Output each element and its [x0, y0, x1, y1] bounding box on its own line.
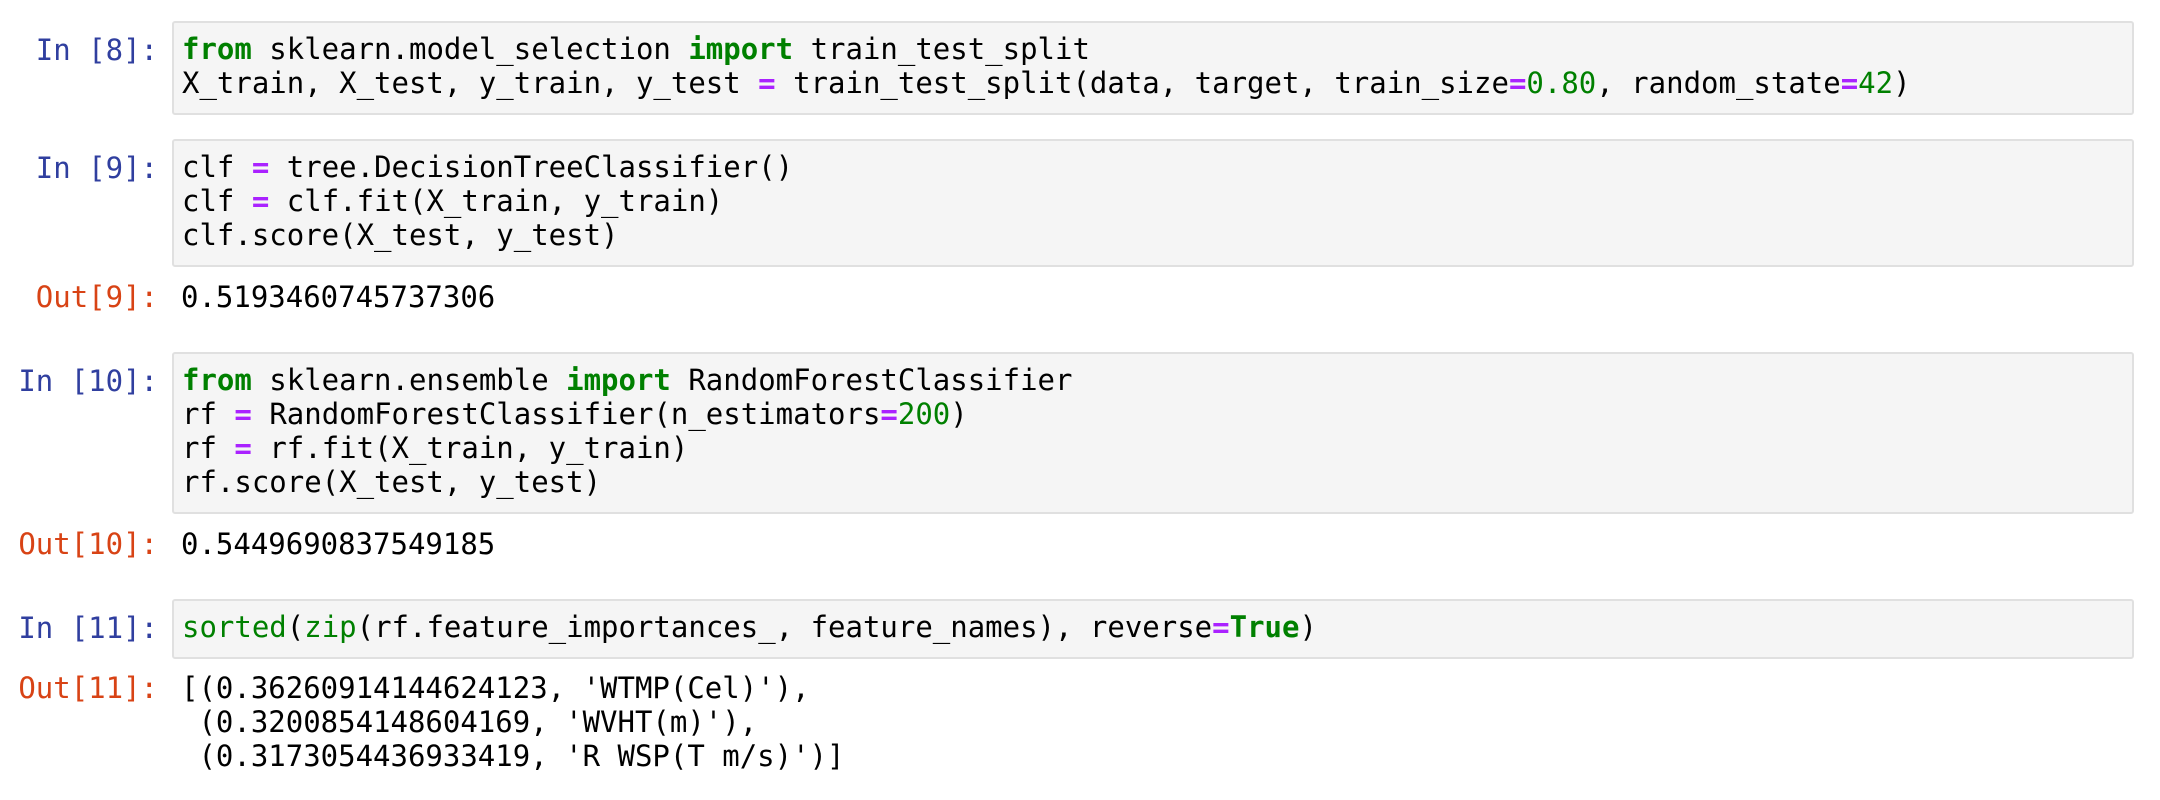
code-token: =: [1508, 66, 1527, 100]
code-token: sklearn.ensemble: [251, 363, 567, 397]
output-line: 0.5193460745737306: [181, 280, 496, 314]
code-token: True: [1229, 610, 1300, 644]
code-line[interactable]: clf = tree.DecisionTreeClassifier(): [182, 150, 2132, 184]
code-token: rf: [182, 397, 235, 431]
code-token: 42: [1858, 66, 1894, 100]
code-token: train_test_split: [793, 32, 1090, 66]
code-token: (rf.feature_importances_, feature_names)…: [356, 610, 1213, 644]
code-line[interactable]: sorted(zip(rf.feature_importances_, feat…: [182, 610, 2132, 644]
code-input-11[interactable]: sorted(zip(rf.feature_importances_, feat…: [172, 599, 2134, 659]
code-token: ): [1299, 610, 1317, 644]
code-token: RandomForestClassifier(n_estimators: [251, 397, 881, 431]
code-token: import: [566, 363, 671, 397]
code-token: =: [880, 397, 898, 431]
code-token: ): [1893, 66, 1911, 100]
code-line[interactable]: clf = clf.fit(X_train, y_train): [182, 184, 2132, 218]
in-prompt-8: In [8]:: [35, 33, 158, 67]
output-line: 0.5449690837549185: [181, 527, 496, 561]
code-line[interactable]: from sklearn.ensemble import RandomFores…: [182, 363, 2132, 397]
code-token: zip: [304, 610, 357, 644]
code-token: =: [758, 66, 776, 100]
code-token: 200: [897, 397, 951, 431]
code-token: RandomForestClassifier: [670, 363, 1073, 397]
code-token: from: [182, 32, 252, 66]
code-token: , random_state: [1596, 66, 1841, 100]
code-token: =: [251, 150, 270, 184]
code-token: rf.fit(X_train, y_train): [251, 431, 689, 465]
cell-output-10: 0.5449690837549185: [181, 527, 495, 561]
code-line[interactable]: X_train, X_test, y_train, y_test = train…: [182, 66, 2132, 100]
code-token: from: [182, 363, 252, 397]
out-prompt-10: Out[10]:: [18, 527, 158, 561]
code-token: sorted: [182, 610, 287, 644]
code-token: rf.score(X_test, y_test): [182, 465, 602, 499]
code-input-10[interactable]: from sklearn.ensemble import RandomFores…: [172, 352, 2134, 514]
code-line[interactable]: from sklearn.model_selection import trai…: [182, 32, 2132, 66]
cell-output-11: [(0.36260914144624123, 'WTMP(Cel)'), (0.…: [181, 671, 844, 773]
output-line: (0.3200854148604169, 'WVHT(m)'),: [181, 705, 758, 739]
code-line[interactable]: rf = rf.fit(X_train, y_train): [182, 431, 2132, 465]
in-prompt-9: In [9]:: [35, 151, 158, 185]
code-token: (: [286, 610, 305, 644]
code-token: X_train, X_test, y_train, y_test: [182, 66, 759, 100]
cell-output-9: 0.5193460745737306: [181, 280, 495, 314]
output-line: [(0.36260914144624123, 'WTMP(Cel)'),: [181, 671, 810, 705]
code-token: sklearn.model_selection: [251, 32, 689, 66]
code-token: 0.80: [1526, 66, 1597, 100]
output-line: (0.3173054436933419, 'R WSP(T m/s)')]: [181, 739, 845, 773]
code-token: =: [1212, 610, 1230, 644]
code-token: =: [234, 431, 252, 465]
code-token: clf.fit(X_train, y_train): [269, 184, 724, 218]
code-line[interactable]: rf = RandomForestClassifier(n_estimators…: [182, 397, 2132, 431]
notebook: In [8]: from sklearn.model_selection imp…: [0, 0, 2160, 800]
in-prompt-10: In [10]:: [18, 364, 158, 398]
in-prompt-11: In [11]:: [18, 611, 158, 645]
code-token: clf.score(X_test, y_test): [182, 218, 619, 252]
code-token: clf: [182, 184, 252, 218]
code-token: =: [1840, 66, 1859, 100]
code-token: =: [234, 397, 252, 431]
code-token: rf: [182, 431, 235, 465]
code-token: tree.DecisionTreeClassifier(): [269, 150, 794, 184]
out-prompt-9: Out[9]:: [35, 280, 158, 314]
out-prompt-11: Out[11]:: [18, 671, 158, 705]
code-input-8[interactable]: from sklearn.model_selection import trai…: [172, 21, 2134, 115]
code-token: clf: [182, 150, 252, 184]
code-line[interactable]: rf.score(X_test, y_test): [182, 465, 2132, 499]
code-line[interactable]: clf.score(X_test, y_test): [182, 218, 2132, 252]
code-token: =: [251, 184, 270, 218]
code-token: import: [688, 32, 794, 66]
code-token: train_test_split(data, target, train_siz…: [775, 66, 1509, 100]
code-input-9[interactable]: clf = tree.DecisionTreeClassifier() clf =…: [172, 139, 2134, 267]
code-token: ): [950, 397, 968, 431]
